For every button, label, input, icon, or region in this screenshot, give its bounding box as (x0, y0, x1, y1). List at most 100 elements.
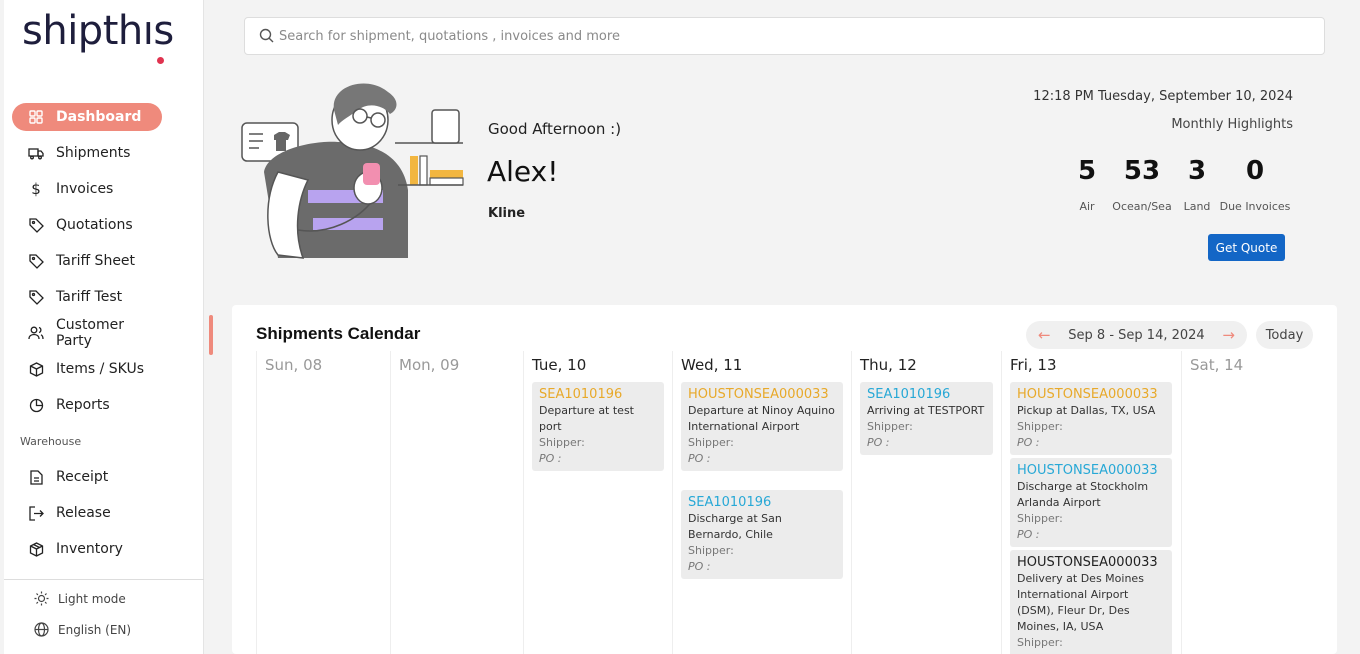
truck-icon (28, 145, 44, 161)
event-code: HOUSTONSEA000033 (1017, 463, 1158, 478)
next-week-arrow-icon[interactable]: → (1222, 326, 1235, 344)
event-description: Discharge at San Bernardo, Chile (688, 512, 782, 541)
prev-week-arrow-icon[interactable]: ← (1038, 326, 1051, 344)
shipments-calendar: Shipments Calendar ← Sep 8 - Sep 14, 202… (232, 305, 1337, 654)
event-shipper: Shipper: (688, 544, 734, 557)
sidebar-item-label: Dashboard (56, 109, 142, 125)
sidebar: shipthıs Dashboard Shipments $ Invoices … (4, 0, 204, 654)
day-column-sat[interactable]: Sat, 14 (1181, 351, 1321, 654)
stat-label: Ocean/Sea (1112, 200, 1172, 213)
welcome-illustration (241, 83, 464, 259)
calendar-event[interactable]: SEA1010196 Departure at test port Shippe… (532, 382, 664, 471)
sidebar-item-quotations[interactable]: Quotations (12, 211, 162, 239)
event-shipper: Shipper: (1017, 512, 1063, 525)
event-shipper: Shipper: (1017, 420, 1063, 433)
event-description: Delivery at Des Moines International Air… (1017, 572, 1144, 633)
calendar-event[interactable]: HOUSTONSEA000033 Departure at Ninoy Aqui… (681, 382, 843, 471)
pie-chart-icon (28, 397, 44, 413)
stat-air[interactable]: 5 Air (1070, 156, 1104, 213)
sidebar-item-inventory[interactable]: Inventory (12, 535, 162, 563)
dollar-icon: $ (31, 180, 41, 198)
sidebar-item-receipt[interactable]: Receipt (12, 463, 162, 491)
calendar-event[interactable]: HOUSTONSEA000033 Delivery at Des Moines … (1010, 550, 1172, 654)
sidebar-item-label: Items / SKUs (56, 361, 145, 377)
event-po: PO : (688, 560, 711, 573)
logo[interactable]: shipthıs (22, 8, 174, 54)
calendar-event[interactable]: HOUSTONSEA000033 Pickup at Dallas, TX, U… (1010, 382, 1172, 455)
event-po: PO : (1017, 436, 1040, 449)
search-icon (259, 28, 275, 44)
day-header: Fri, 13 (1010, 356, 1057, 374)
event-code: SEA1010196 (867, 387, 951, 402)
stat-value: 53 (1123, 156, 1161, 186)
event-po: PO : (688, 452, 711, 465)
day-column-mon[interactable]: Mon, 09 (390, 351, 523, 654)
sidebar-item-label: Release (56, 505, 111, 521)
event-shipper: Shipper: (1017, 636, 1063, 649)
sidebar-item-shipments[interactable]: Shipments (12, 139, 162, 167)
sidebar-item-release[interactable]: Release (12, 499, 162, 527)
sidebar-item-dashboard[interactable]: Dashboard (12, 103, 162, 131)
sidebar-item-label: Receipt (56, 469, 109, 485)
calendar-event[interactable]: SEA1010196 Arriving at TESTPORT Shipper:… (860, 382, 993, 455)
sun-icon (34, 591, 50, 607)
get-quote-button[interactable]: Get Quote (1208, 234, 1285, 261)
event-po: PO : (539, 452, 562, 465)
tag-icon (28, 289, 44, 305)
sidebar-item-label: Reports (56, 397, 110, 413)
event-po: PO : (1017, 528, 1040, 541)
greeting: Good Afternoon :) (488, 120, 622, 138)
box-icon (28, 361, 44, 377)
day-column-thu[interactable]: Thu, 12 SEA1010196 Arriving at TESTPORT … (851, 351, 1001, 654)
sidebar-footer-divider (4, 579, 204, 580)
sidebar-item-label: Inventory (56, 541, 123, 557)
sidebar-item-label: Customer Party (56, 317, 125, 349)
company-name: Kline (488, 206, 526, 221)
day-column-tue[interactable]: Tue, 10 SEA1010196 Departure at test por… (523, 351, 672, 654)
sidebar-item-invoices[interactable]: $ Invoices (12, 175, 162, 203)
sidebar-scroll-indicator[interactable] (209, 315, 213, 355)
day-header: Tue, 10 (532, 356, 587, 374)
section-label-warehouse: Warehouse (20, 435, 82, 448)
sidebar-item-label: Tariff Test (56, 289, 123, 305)
stat-due-invoices[interactable]: 0 Due Invoices (1218, 156, 1292, 213)
day-column-wed[interactable]: Wed, 11 HOUSTONSEA000033 Departure at Ni… (672, 351, 851, 654)
event-shipper: Shipper: (539, 436, 585, 449)
stat-value: 5 (1077, 156, 1097, 186)
sidebar-item-items-skus[interactable]: Items / SKUs (12, 355, 162, 383)
sidebar-item-tariff-test[interactable]: Tariff Test (12, 283, 162, 311)
sidebar-item-tariff-sheet[interactable]: Tariff Sheet (12, 247, 162, 275)
grid-icon (28, 109, 44, 125)
event-description: Departure at Ninoy Aquino International … (688, 404, 835, 433)
week-range: Sep 8 - Sep 14, 2024 (1068, 327, 1205, 343)
day-header: Sat, 14 (1190, 356, 1244, 374)
today-button[interactable]: Today (1256, 321, 1313, 349)
day-header: Sun, 08 (265, 356, 323, 374)
light-mode-toggle[interactable]: Light mode (34, 591, 126, 607)
stat-ocean-sea[interactable]: 53 Ocean/Sea (1108, 156, 1176, 213)
event-code: HOUSTONSEA000033 (688, 387, 829, 402)
global-search[interactable] (244, 17, 1325, 55)
sidebar-item-label: Tariff Sheet (56, 253, 136, 269)
sidebar-item-reports[interactable]: Reports (12, 391, 162, 419)
calendar-event[interactable]: SEA1010196 Discharge at San Bernardo, Ch… (681, 490, 843, 579)
stat-value: 0 (1245, 156, 1265, 186)
event-code: HOUSTONSEA000033 (1017, 555, 1158, 570)
calendar-event[interactable]: HOUSTONSEA000033 Discharge at Stockholm … (1010, 458, 1172, 547)
event-code: SEA1010196 (539, 387, 623, 402)
stat-value: 3 (1187, 156, 1207, 186)
day-header: Thu, 12 (860, 356, 917, 374)
sidebar-item-customer-party[interactable]: Customer Party (12, 317, 162, 349)
event-description: Discharge at Stockholm Arlanda Airport (1017, 480, 1149, 509)
stat-land[interactable]: 3 Land (1180, 156, 1214, 213)
day-column-fri[interactable]: Fri, 13 HOUSTONSEA000033 Pickup at Dalla… (1001, 351, 1181, 654)
search-input[interactable] (279, 28, 1179, 44)
day-column-sun[interactable]: Sun, 08 (256, 351, 390, 654)
event-code: SEA1010196 (688, 495, 772, 510)
logo-dot (157, 57, 164, 64)
language-selector[interactable]: English (EN) (34, 622, 131, 638)
stat-label: Due Invoices (1219, 200, 1291, 213)
day-header: Mon, 09 (399, 356, 460, 374)
event-code: HOUSTONSEA000033 (1017, 387, 1158, 402)
stat-label: Land (1183, 200, 1211, 213)
